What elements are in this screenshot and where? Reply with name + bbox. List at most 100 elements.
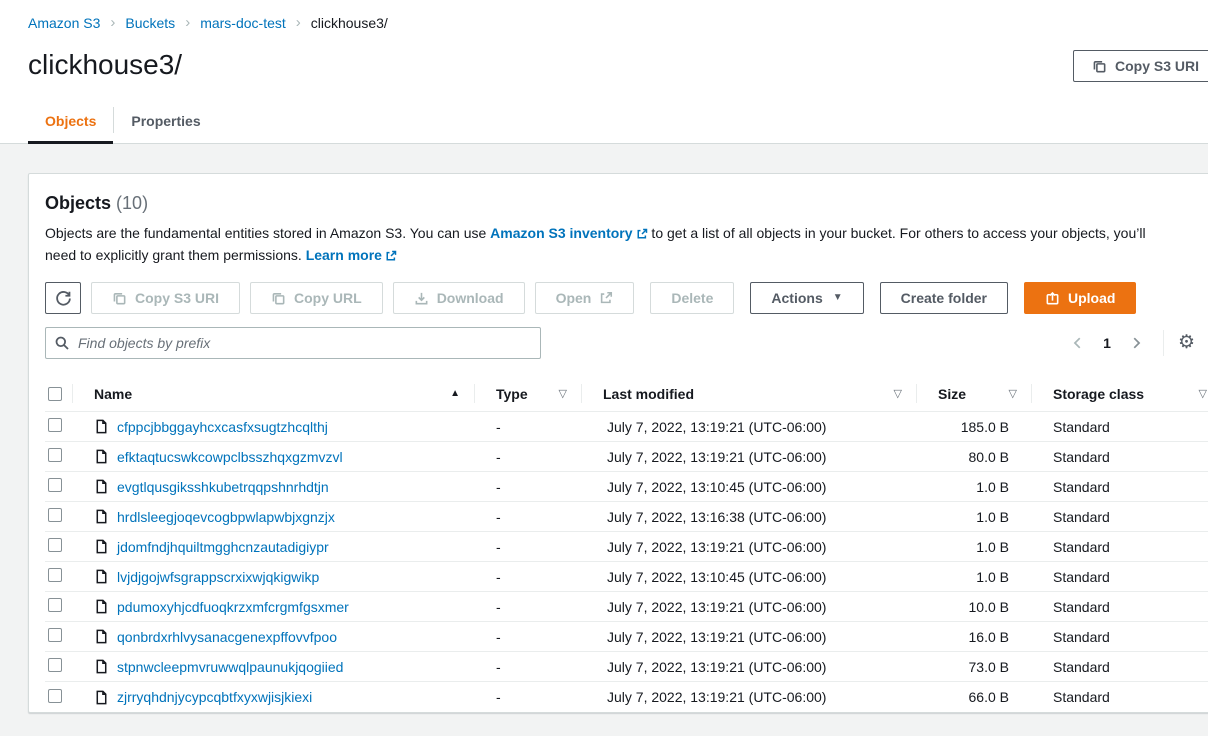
preferences-gear-icon[interactable]: ⚙ xyxy=(1178,333,1195,353)
breadcrumb: Amazon S3 › Buckets › mars-doc-test › cl… xyxy=(0,0,1208,31)
object-name-link[interactable]: stpnwcleepmvruwwqlpaunukjqogiied xyxy=(117,659,343,675)
column-header-type[interactable]: Type ▽ xyxy=(474,376,581,411)
object-name-link[interactable]: hrdlsleegjoqevcogbpwlapwbjxgnzjx xyxy=(117,509,335,525)
object-name-link[interactable]: efktaqtucswkcowpclbsszhqxgzmvzvl xyxy=(117,449,343,465)
object-name-link[interactable]: jdomfndjhquiltmgghcnzautadigiypr xyxy=(117,539,329,555)
object-size: 73.0 B xyxy=(916,659,1031,675)
column-header-storage-class[interactable]: Storage class ▽ xyxy=(1031,376,1208,411)
file-icon xyxy=(94,509,109,524)
object-storage-class: Standard xyxy=(1031,689,1208,705)
row-checkbox[interactable] xyxy=(48,448,62,462)
tab-properties[interactable]: Properties xyxy=(114,103,217,144)
object-name-link[interactable]: qonbrdxrhlvysanacgenexpffovvfpoo xyxy=(117,629,337,645)
delete-button[interactable]: Delete xyxy=(650,282,734,314)
object-last-modified: July 7, 2022, 13:19:21 (UTC-06:00) xyxy=(581,419,916,435)
open-button[interactable]: Open xyxy=(535,282,635,314)
object-storage-class: Standard xyxy=(1031,419,1208,435)
row-checkbox[interactable] xyxy=(48,658,62,672)
description-text: Objects are the fundamental entities sto… xyxy=(45,225,490,241)
table-row: lvjdjgojwfsgrappscrxixwjqkigwikp - July … xyxy=(45,562,1208,592)
tab-objects[interactable]: Objects xyxy=(28,103,113,144)
row-checkbox[interactable] xyxy=(48,478,62,492)
row-checkbox[interactable] xyxy=(48,418,62,432)
refresh-button[interactable] xyxy=(45,282,81,314)
object-size: 10.0 B xyxy=(916,599,1031,615)
table-row: evgtlqusgiksshkubetrqqpshnrhdtjn - July … xyxy=(45,472,1208,502)
search-box xyxy=(45,327,541,359)
amazon-s3-inventory-link[interactable]: Amazon S3 inventory xyxy=(490,225,647,241)
previous-page-button[interactable] xyxy=(1065,332,1091,354)
object-type: - xyxy=(474,509,581,525)
object-type: - xyxy=(474,419,581,435)
upload-button[interactable]: Upload xyxy=(1024,282,1136,314)
row-checkbox[interactable] xyxy=(48,689,62,703)
column-type-label: Type xyxy=(496,386,528,402)
delete-label: Delete xyxy=(671,290,713,306)
open-label: Open xyxy=(556,290,592,306)
object-last-modified: July 7, 2022, 13:10:45 (UTC-06:00) xyxy=(581,479,916,495)
table-row: qonbrdxrhlvysanacgenexpffovvfpoo - July … xyxy=(45,622,1208,652)
table-row: stpnwcleepmvruwwqlpaunukjqogiied - July … xyxy=(45,652,1208,682)
download-button[interactable]: Download xyxy=(393,282,525,314)
page-header: Amazon S3 › Buckets › mars-doc-test › cl… xyxy=(0,0,1208,144)
external-link-icon xyxy=(599,291,613,305)
actions-dropdown-button[interactable]: Actions ▼ xyxy=(750,282,863,314)
table-header-row: Name ▲ Type ▽ Last modified ▽ Size ▽ Sto… xyxy=(45,376,1208,412)
objects-count-badge: (10) xyxy=(116,193,148,213)
column-size-label: Size xyxy=(938,386,966,402)
page-title: clickhouse3/ xyxy=(28,47,182,83)
row-checkbox[interactable] xyxy=(48,538,62,552)
pagination-divider xyxy=(1163,330,1164,356)
column-header-size[interactable]: Size ▽ xyxy=(916,376,1031,411)
sort-icon: ▽ xyxy=(1009,387,1017,400)
object-size: 185.0 B xyxy=(916,419,1031,435)
objects-heading-title: Objects xyxy=(45,193,111,213)
column-header-name[interactable]: Name ▲ xyxy=(72,376,474,411)
table-row: pdumoxyhjcdfuoqkrzxmfcrgmfgsxmer - July … xyxy=(45,592,1208,622)
object-last-modified: July 7, 2022, 13:19:21 (UTC-06:00) xyxy=(581,659,916,675)
object-last-modified: July 7, 2022, 13:16:38 (UTC-06:00) xyxy=(581,509,916,525)
object-rows: cfppcjbbggayhcxcasfxsugtzhcqlthj - July … xyxy=(45,412,1208,712)
file-icon xyxy=(94,419,109,434)
upload-label: Upload xyxy=(1068,290,1115,306)
object-storage-class: Standard xyxy=(1031,569,1208,585)
row-checkbox[interactable] xyxy=(48,598,62,612)
create-folder-button[interactable]: Create folder xyxy=(880,282,1008,314)
copy-url-button[interactable]: Copy URL xyxy=(250,282,383,314)
tab-bar: Objects Properties xyxy=(0,103,1208,144)
download-icon xyxy=(414,291,429,306)
object-name-link[interactable]: zjrryqhdnjycypcqbtfxyxwjisjkiexi xyxy=(117,689,312,705)
learn-more-link[interactable]: Learn more xyxy=(306,247,397,263)
object-name-link[interactable]: cfppcjbbggayhcxcasfxsugtzhcqlthj xyxy=(117,419,328,435)
next-page-button[interactable] xyxy=(1123,332,1149,354)
copy-s3-uri-button[interactable]: Copy S3 URI xyxy=(91,282,240,314)
current-page-number[interactable]: 1 xyxy=(1095,335,1119,351)
object-last-modified: July 7, 2022, 13:19:21 (UTC-06:00) xyxy=(581,599,916,615)
column-header-last-modified[interactable]: Last modified ▽ xyxy=(581,376,916,411)
object-type: - xyxy=(474,479,581,495)
select-all-checkbox[interactable] xyxy=(48,387,62,401)
object-name-link[interactable]: evgtlqusgiksshkubetrqqpshnrhdtjn xyxy=(117,479,329,495)
row-checkbox[interactable] xyxy=(48,508,62,522)
object-size: 1.0 B xyxy=(916,479,1031,495)
copy-s3-uri-header-button[interactable]: Copy S3 URI xyxy=(1073,50,1208,82)
object-type: - xyxy=(474,449,581,465)
object-name-link[interactable]: pdumoxyhjcdfuoqkrzxmfcrgmfgsxmer xyxy=(117,599,349,615)
search-input[interactable] xyxy=(45,327,541,359)
refresh-icon xyxy=(55,290,72,307)
object-last-modified: July 7, 2022, 13:19:21 (UTC-06:00) xyxy=(581,449,916,465)
copy-s3-uri-header-label: Copy S3 URI xyxy=(1115,58,1199,74)
external-link-icon xyxy=(385,247,397,267)
object-name-link[interactable]: lvjdjgojwfsgrappscrxixwjqkigwikp xyxy=(117,569,319,585)
row-checkbox[interactable] xyxy=(48,628,62,642)
object-storage-class: Standard xyxy=(1031,629,1208,645)
object-size: 1.0 B xyxy=(916,539,1031,555)
content-area: Objects (10) Objects are the fundamental… xyxy=(0,144,1208,713)
table-row: jdomfndjhquiltmgghcnzautadigiypr - July … xyxy=(45,532,1208,562)
row-checkbox[interactable] xyxy=(48,568,62,582)
object-storage-class: Standard xyxy=(1031,599,1208,615)
breadcrumb-link-bucket[interactable]: mars-doc-test xyxy=(200,15,286,31)
file-icon xyxy=(94,449,109,464)
breadcrumb-link-amazon-s3[interactable]: Amazon S3 xyxy=(28,15,100,31)
breadcrumb-link-buckets[interactable]: Buckets xyxy=(125,15,175,31)
